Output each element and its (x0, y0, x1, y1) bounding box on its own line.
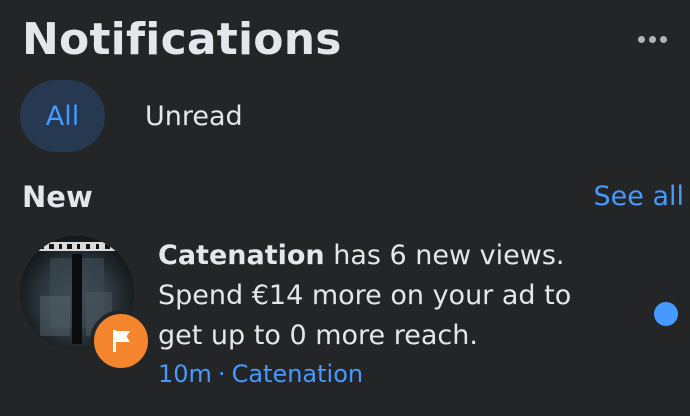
section-header: New See all (22, 176, 684, 220)
tab-unread[interactable]: Unread (123, 80, 265, 152)
more-horizontal-icon-dot (659, 35, 667, 43)
header: Notifications (22, 8, 672, 70)
notification-item[interactable]: Catenation has 6 new views. Spend €14 mo… (20, 232, 684, 402)
see-all-link[interactable]: See all (594, 181, 685, 212)
notification-message: Catenation has 6 new views. Spend €14 mo… (158, 236, 598, 356)
notification-page-name: Catenation (158, 240, 325, 271)
notification-meta: 10m · Catenation (158, 360, 363, 388)
unread-indicator (654, 302, 678, 326)
more-horizontal-icon-dot (648, 35, 656, 43)
more-horizontal-icon (637, 35, 645, 43)
section-title: New (22, 180, 93, 214)
tab-all[interactable]: All (20, 80, 105, 152)
more-options-button[interactable] (632, 24, 672, 54)
flag-icon-svg (113, 330, 130, 352)
meta-separator: · (217, 360, 226, 388)
page-title: Notifications (22, 14, 342, 65)
notification-source: Catenation (231, 360, 364, 388)
notification-time: 10m (158, 360, 212, 388)
flag-icon (90, 310, 152, 372)
filter-tabs: All Unread (20, 80, 265, 152)
notification-message-suffix: has 6 new views. (324, 240, 565, 271)
notification-message-rest: Spend €14 more on your ad to get up to 0… (158, 280, 572, 351)
